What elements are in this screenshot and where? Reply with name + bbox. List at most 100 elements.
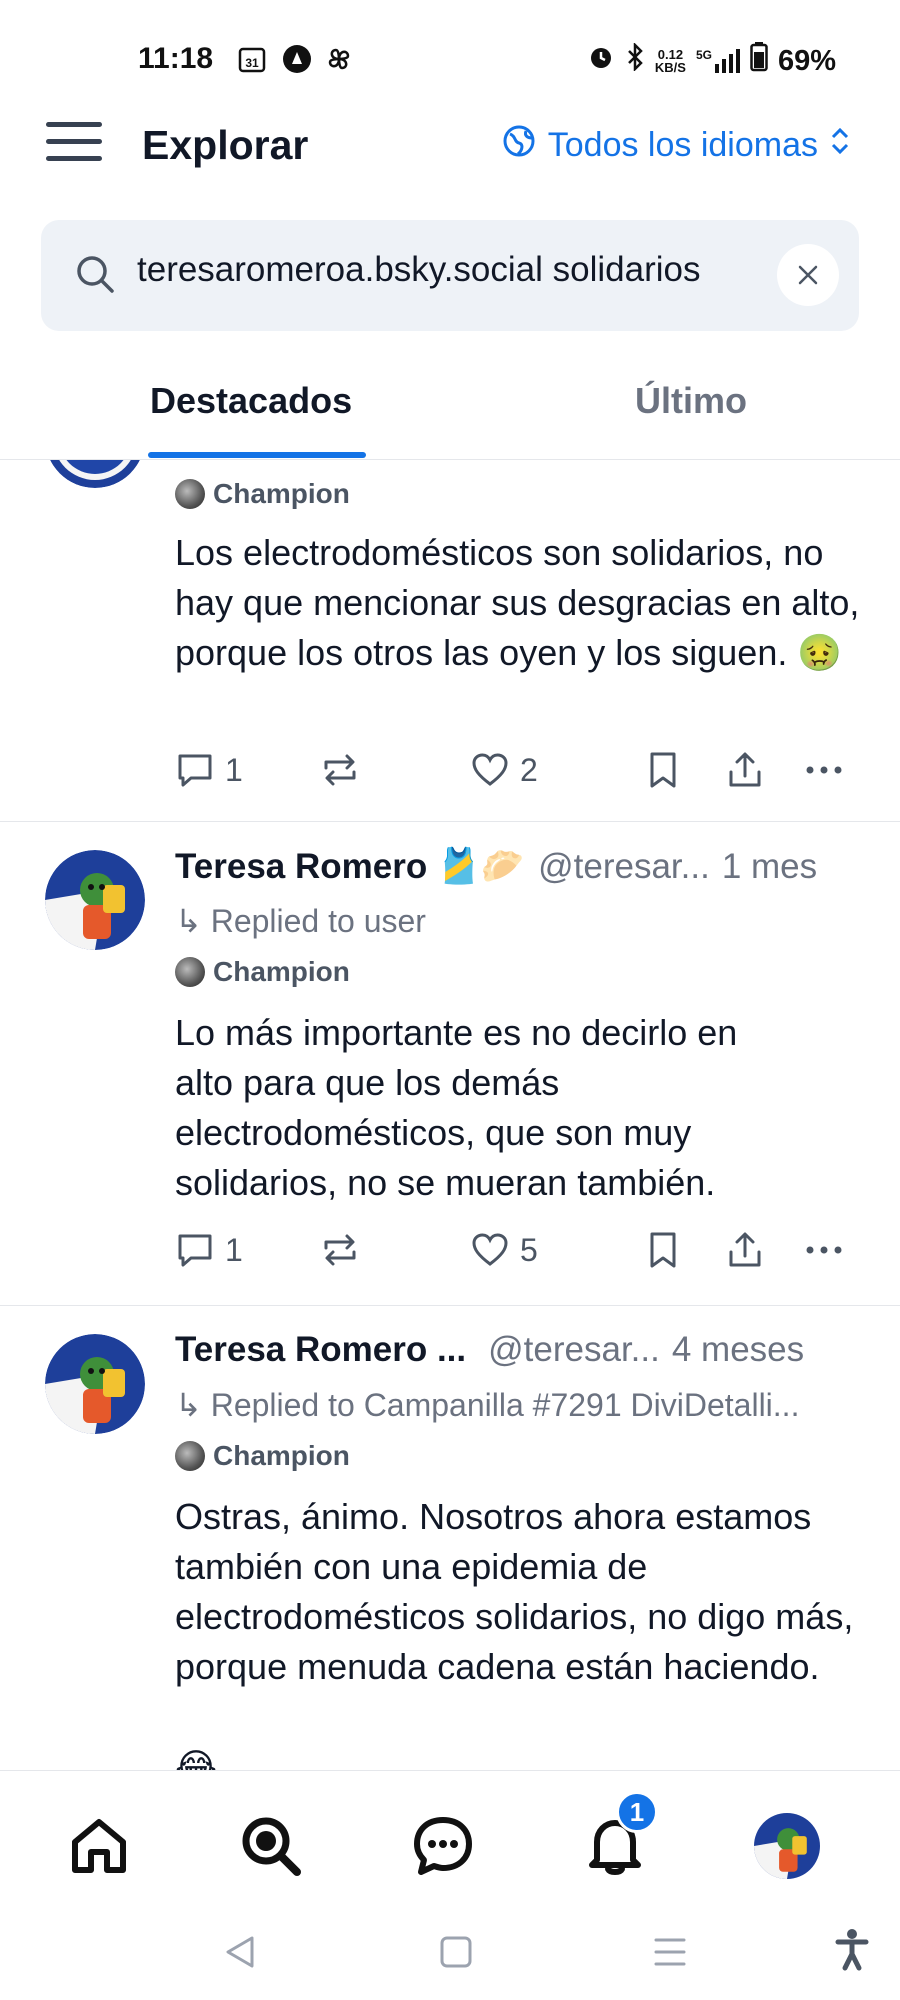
back-triangle-icon xyxy=(226,1936,254,1968)
heart-icon xyxy=(472,1233,508,1266)
nav-search[interactable] xyxy=(236,1811,306,1881)
champion-badge: Champion xyxy=(175,1440,350,1472)
status-right-group: 0.12 KB/S 5G 69% xyxy=(587,41,836,80)
app-notification-icon xyxy=(282,44,312,74)
signal-icon: 5G xyxy=(696,48,740,74)
battery-icon xyxy=(750,42,768,80)
feed[interactable]: Champion Los electrodomésticos son solid… xyxy=(0,460,900,1770)
page-title: Explorar xyxy=(142,122,309,168)
accessibility-button[interactable] xyxy=(834,1928,870,1977)
repost-button[interactable] xyxy=(320,1230,360,1270)
bookmark-button[interactable] xyxy=(645,1230,681,1270)
bookmark-icon xyxy=(650,752,676,788)
pinwheel-icon xyxy=(324,44,354,74)
reply-context[interactable]: ↳ Replied to Campanilla #7291 DiviDetall… xyxy=(175,1386,862,1424)
nav-profile[interactable] xyxy=(752,1811,822,1881)
chevron-updown-icon xyxy=(830,125,850,166)
bottom-navigation: 1 xyxy=(0,1770,900,1910)
post-text: Los electrodomésticos son solidarios, no… xyxy=(175,532,860,673)
heart-icon xyxy=(472,753,508,786)
like-button[interactable]: 2 xyxy=(470,750,538,790)
language-label: Todos los idiomas xyxy=(547,126,818,164)
like-count: 5 xyxy=(520,1231,538,1268)
avatar[interactable] xyxy=(45,460,145,488)
search-icon xyxy=(242,1817,301,1876)
repost-icon xyxy=(324,1234,356,1266)
clear-search-button[interactable] xyxy=(777,244,839,306)
header: Explorar Todos los idiomas xyxy=(0,110,900,190)
like-button[interactable]: 5 xyxy=(470,1230,538,1270)
author-name[interactable]: Teresa Romero 🎽🥟 xyxy=(175,846,524,887)
repost-button[interactable] xyxy=(320,750,360,790)
avatar[interactable] xyxy=(45,850,145,950)
reply-button[interactable]: 1 xyxy=(175,750,243,790)
more-options-button[interactable] xyxy=(803,750,845,790)
system-back-button[interactable] xyxy=(222,1932,258,1977)
post-text: Ostras, ánimo. Nosotros ahora estamos ta… xyxy=(175,1496,854,1687)
reply-icon xyxy=(178,754,212,787)
system-navigation xyxy=(0,1910,900,2000)
like-count: 2 xyxy=(520,751,538,788)
nav-notifications[interactable]: 1 xyxy=(580,1791,658,1881)
champion-badge: Champion xyxy=(175,956,350,988)
post-text: Lo más importante es no decirlo en alto … xyxy=(175,1012,738,1203)
author-name[interactable]: Teresa Romero ... xyxy=(175,1330,466,1370)
badge-icon xyxy=(175,1441,205,1471)
post-actions: 1 2 xyxy=(175,750,855,800)
reply-icon xyxy=(178,1234,212,1267)
calendar-icon: 31 xyxy=(238,44,266,74)
search-bar: teresaromeroa.bsky.social solidarios xyxy=(41,220,859,331)
tab-featured[interactable]: Destacados xyxy=(150,380,352,422)
status-time: 11:18 xyxy=(138,42,214,75)
tab-latest[interactable]: Último xyxy=(635,380,747,422)
share-button[interactable] xyxy=(725,1230,765,1270)
post-actions: 1 5 xyxy=(175,1230,855,1280)
post-item[interactable]: Teresa Romero 🎽🥟 @teresar... 1 mes ↳ Rep… xyxy=(0,822,900,1306)
status-bar: 11:18 31 0.12 KB/S 5G 69% xyxy=(0,0,900,120)
search-input[interactable]: teresaromeroa.bsky.social solidarios xyxy=(137,250,807,300)
more-options-button[interactable] xyxy=(803,1230,845,1270)
system-recents-button[interactable] xyxy=(652,1932,688,1977)
more-icon xyxy=(806,1246,842,1254)
author-handle[interactable]: @teresar... xyxy=(488,1330,660,1370)
alarm-icon xyxy=(587,43,615,79)
repost-icon xyxy=(324,754,356,786)
calendar-day: 31 xyxy=(245,56,259,70)
battery-percentage: 69% xyxy=(777,44,836,77)
share-icon xyxy=(729,752,761,787)
post-time: 4 meses xyxy=(671,1330,805,1369)
share-button[interactable] xyxy=(725,750,765,790)
post-header: Teresa Romero ... @teresar... 4 meses xyxy=(175,1330,862,1370)
post-emoji: 😂 xyxy=(175,1746,218,1770)
menu-button[interactable] xyxy=(46,122,102,168)
nav-chat[interactable] xyxy=(408,1811,478,1881)
avatar xyxy=(754,1813,820,1879)
reply-button[interactable]: 1 xyxy=(175,1230,243,1270)
post-header: Teresa Romero 🎽🥟 @teresar... 1 mes xyxy=(175,846,862,887)
active-tab-indicator xyxy=(148,452,366,458)
badge-icon xyxy=(175,479,205,509)
champion-badge: Champion xyxy=(175,478,350,510)
author-handle[interactable]: @teresar... xyxy=(538,847,710,887)
search-icon xyxy=(73,252,117,301)
bluetooth-icon xyxy=(625,41,645,79)
recents-lines-icon xyxy=(654,1938,686,1966)
language-selector[interactable]: Todos los idiomas xyxy=(502,124,850,167)
accessibility-icon xyxy=(835,1929,869,1971)
close-icon xyxy=(798,265,818,285)
menu-icon xyxy=(46,122,102,127)
avatar[interactable] xyxy=(45,1334,145,1434)
network-speed: 0.12 KB/S xyxy=(654,47,686,75)
globe-icon xyxy=(502,124,536,167)
post-item[interactable]: Champion Los electrodomésticos son solid… xyxy=(0,460,900,822)
notification-badge: 1 xyxy=(616,1791,658,1833)
reply-context[interactable]: ↳ Replied to user xyxy=(175,902,862,940)
system-home-button[interactable] xyxy=(438,1932,474,1977)
nav-home[interactable] xyxy=(64,1811,134,1881)
bookmark-button[interactable] xyxy=(645,750,681,790)
reply-count: 1 xyxy=(225,1231,243,1268)
chat-icon xyxy=(414,1817,472,1875)
post-item[interactable]: Teresa Romero ... @teresar... 4 meses ↳ … xyxy=(0,1306,900,1770)
home-icon xyxy=(72,1819,126,1873)
bookmark-icon xyxy=(650,1232,676,1268)
